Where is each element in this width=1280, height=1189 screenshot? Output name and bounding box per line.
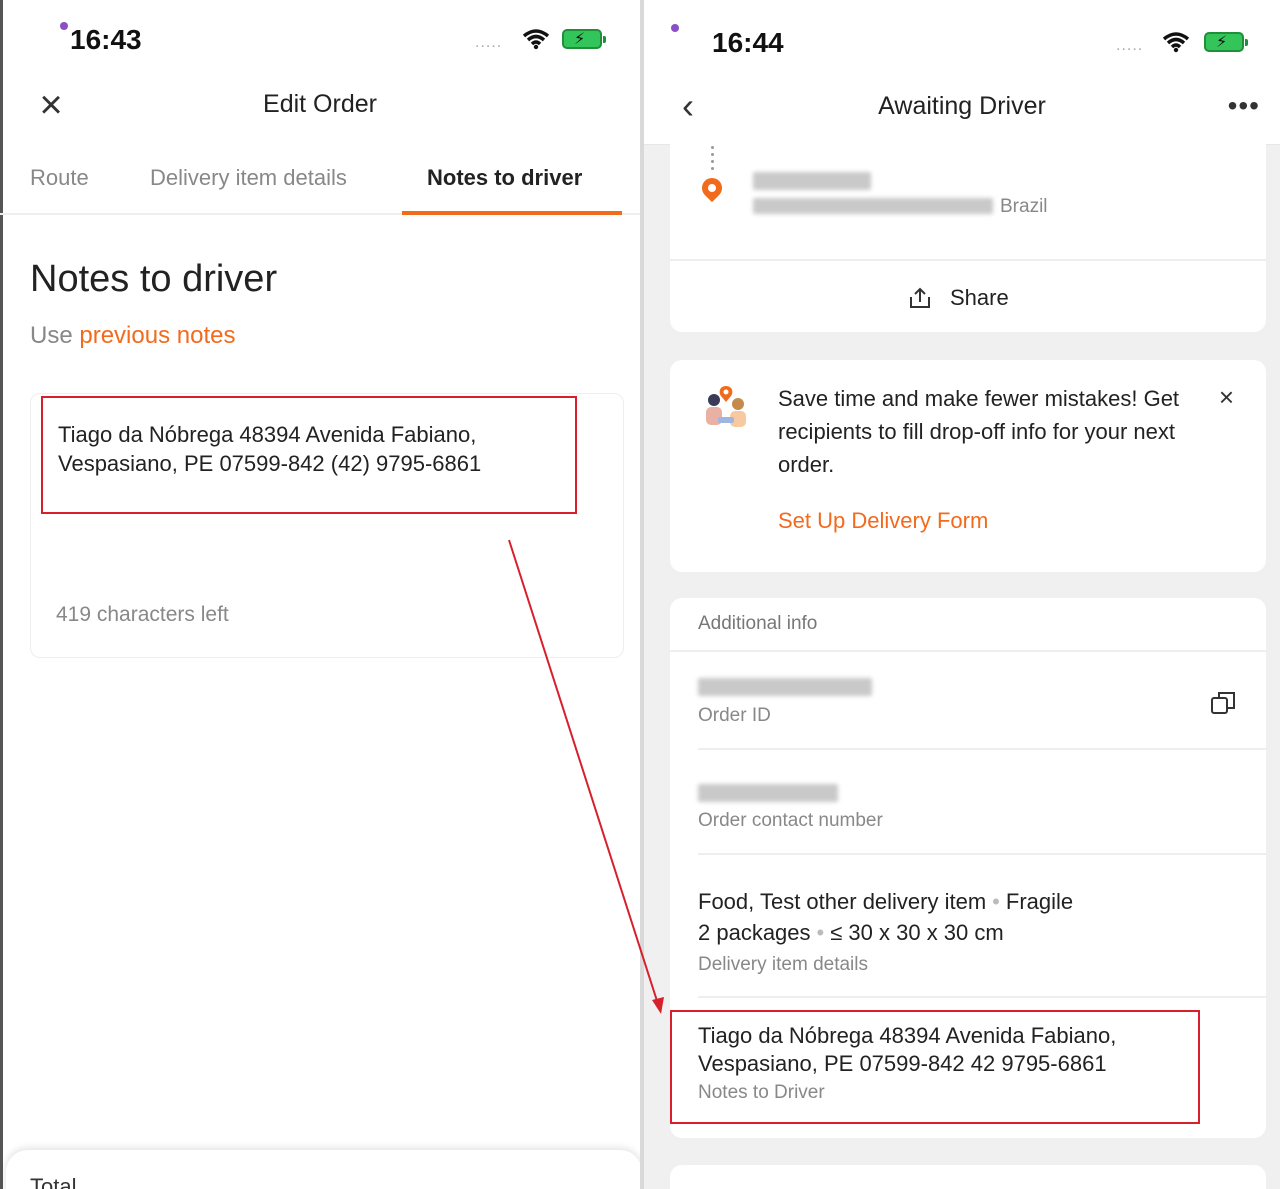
highlight-box-left	[41, 396, 577, 514]
order-contact-number-label: Order contact number	[698, 810, 883, 831]
separator-dot: •	[992, 889, 1000, 914]
copy-icon[interactable]	[1210, 690, 1236, 716]
left-phone-screen: 16:43 ..... ⚡ × Edit Order Route Deliver…	[0, 0, 640, 1189]
divider	[670, 259, 1266, 261]
set-up-delivery-form-link[interactable]: Set Up Delivery Form	[778, 508, 988, 534]
battery-icon: ⚡	[1204, 32, 1248, 52]
separator-dot: •	[816, 920, 825, 945]
bottom-sheet	[6, 1150, 640, 1189]
status-bar: 16:44 ..... ⚡	[644, 0, 1280, 70]
previous-notes-link[interactable]: previous notes	[79, 322, 235, 349]
delivery-form-promo-card: Save time and make fewer mistakes! Get r…	[670, 360, 1266, 572]
route-dot	[711, 160, 714, 163]
package-count: 2 packages	[698, 920, 811, 945]
redacted-recipient-name	[753, 172, 871, 190]
battery-icon: ⚡	[562, 29, 606, 49]
close-icon[interactable]: ×	[1219, 382, 1234, 413]
total-label: Total	[30, 1174, 77, 1189]
additional-info-title: Additional info	[698, 613, 818, 634]
redacted-address	[753, 198, 993, 214]
order-id-label: Order ID	[698, 705, 771, 726]
page-header-title: Edit Order	[263, 90, 377, 118]
divider	[698, 996, 1266, 998]
share-icon	[910, 287, 930, 308]
active-tab-indicator	[402, 211, 622, 215]
package-size: ≤ 30 x 30 x 30 cm	[830, 920, 1004, 945]
divider	[698, 853, 1266, 855]
edit-order-header: × Edit Order	[0, 70, 640, 140]
top-bar: 16:44 ..... ⚡ ‹ Awaiting Driver •••	[644, 0, 1280, 145]
route-dot	[711, 153, 714, 156]
recording-dot	[60, 22, 68, 30]
status-time: 16:43	[70, 24, 142, 55]
status-time: 16:44	[712, 27, 784, 58]
more-options-icon[interactable]: •••	[1228, 90, 1260, 122]
wifi-icon	[1162, 32, 1190, 53]
highlight-box-right	[670, 1010, 1200, 1124]
redacted-order-id	[698, 678, 872, 696]
recording-dot	[671, 24, 679, 32]
previous-notes-row: Use previous notes	[30, 322, 235, 350]
delivery-item-details-label: Delivery item details	[698, 954, 868, 975]
delivery-items-summary: Food, Test other delivery item • Fragile 2…	[698, 886, 1073, 948]
route-card: Brazil Share	[670, 130, 1266, 332]
redacted-contact-number	[698, 784, 838, 802]
address-country: Brazil	[1000, 196, 1048, 217]
divider	[698, 748, 1266, 750]
tab-notes-to-driver[interactable]: Notes to driver	[427, 165, 582, 191]
tab-route[interactable]: Route	[30, 165, 89, 191]
people-location-icon	[706, 386, 746, 427]
tab-delivery-item-details[interactable]: Delivery item details	[150, 165, 347, 191]
signal-icon: .....	[475, 34, 503, 51]
next-card	[670, 1165, 1266, 1189]
status-bar: 16:43 ..... ⚡	[0, 0, 640, 70]
route-dot	[711, 167, 714, 170]
characters-left-counter: 419 characters left	[56, 603, 229, 626]
location-pin-icon	[697, 173, 727, 203]
page-title: Notes to driver	[30, 258, 278, 300]
previous-notes-prefix: Use	[30, 322, 73, 349]
wifi-icon	[522, 29, 550, 50]
route-dot	[711, 146, 714, 149]
item-types: Food, Test other delivery item	[698, 889, 987, 914]
item-fragile: Fragile	[1005, 889, 1074, 914]
share-button[interactable]: Share	[950, 285, 1009, 311]
divider	[670, 650, 1266, 652]
page-header-title: Awaiting Driver	[878, 92, 1046, 120]
promo-text: Save time and make fewer mistakes! Get r…	[778, 386, 1180, 477]
signal-icon: .....	[1116, 37, 1144, 54]
tab-bar: Route Delivery item details Notes to dri…	[0, 150, 640, 215]
